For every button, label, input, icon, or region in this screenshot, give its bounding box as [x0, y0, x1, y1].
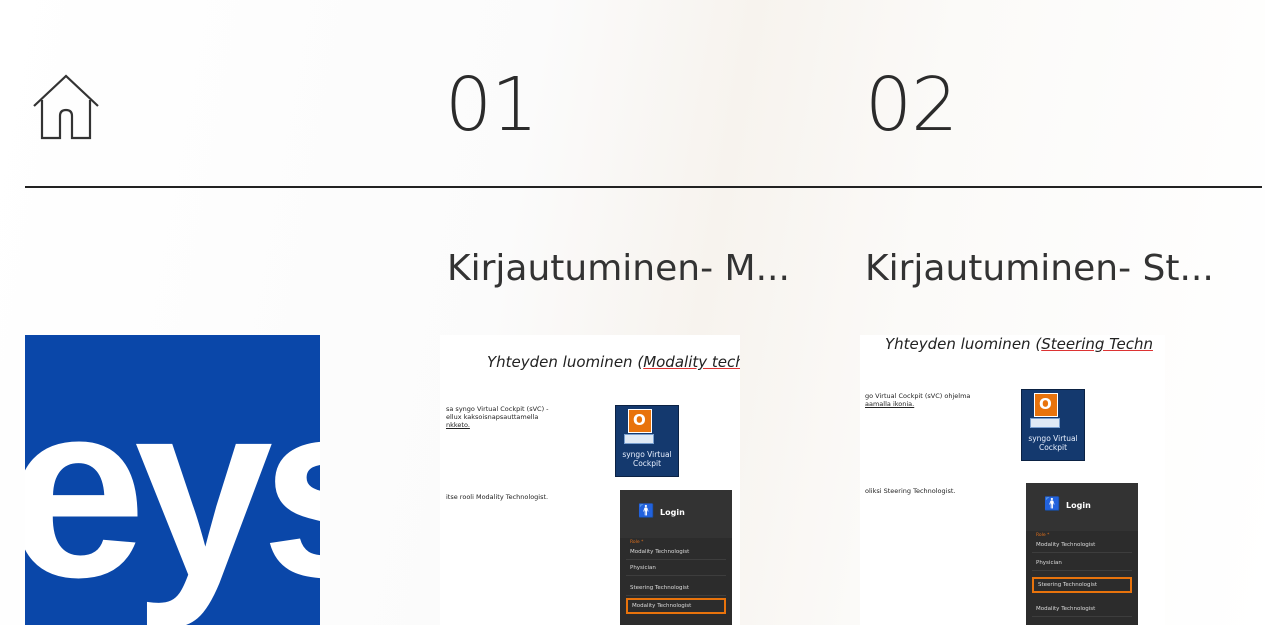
role-option: Physician [626, 560, 726, 576]
doc-paragraph-2: itse rooli Modality Technologist. [446, 493, 549, 501]
logo-text: eys [25, 350, 320, 625]
doc-paragraph-2: oliksi Steering Technologist. [865, 487, 956, 495]
home-icon[interactable] [30, 70, 102, 142]
role-option: Modality Technologist [1032, 601, 1132, 617]
doc-title: Yhteyden luominen (Modality techn [487, 353, 740, 371]
doc-paragraph-1: go Virtual Cockpit (sVC) ohjelma aamalla… [865, 392, 971, 408]
role-option: Modality Technologist [1032, 537, 1132, 553]
role-option: Physician [1032, 555, 1132, 571]
login-panel: 🚹 Login Role * Modality Technologist Phy… [620, 490, 732, 625]
login-panel: 🚹 Login Role * Modality Technologist Phy… [1026, 483, 1138, 625]
logo-tile[interactable]: eys [25, 335, 320, 625]
doc-paragraph-1: sa syngo Virtual Cockpit (sVC) - ellux k… [446, 405, 549, 429]
role-option-selected: Modality Technologist [626, 598, 726, 614]
document-thumbnail-02[interactable]: Yhteyden luominen (Steering Techn go Vir… [860, 335, 1165, 625]
tile-title-02[interactable]: Kirjautuminen- St... [865, 248, 1214, 289]
doc-title: Yhteyden luominen (Steering Techn [885, 335, 1153, 353]
section-number-02[interactable]: 02 [865, 68, 958, 142]
user-icon: 🚹 [638, 504, 655, 519]
role-option-selected: Steering Technologist [1032, 577, 1132, 593]
tile-title-01[interactable]: Kirjautuminen- M... [447, 248, 790, 289]
role-option: Steering Technologist [626, 580, 726, 596]
header: 01 02 [0, 0, 1262, 187]
header-divider [25, 186, 1262, 188]
document-thumbnail-01[interactable]: Yhteyden luominen (Modality techn sa syn… [440, 335, 740, 625]
user-icon: 🚹 [1044, 497, 1061, 512]
syngo-virtual-cockpit-app-icon: O syngo Virtual Cockpit [615, 405, 679, 477]
role-option: Modality Technologist [626, 544, 726, 560]
syngo-virtual-cockpit-app-icon: O syngo Virtual Cockpit [1021, 389, 1085, 461]
section-number-01[interactable]: 01 [445, 68, 538, 142]
